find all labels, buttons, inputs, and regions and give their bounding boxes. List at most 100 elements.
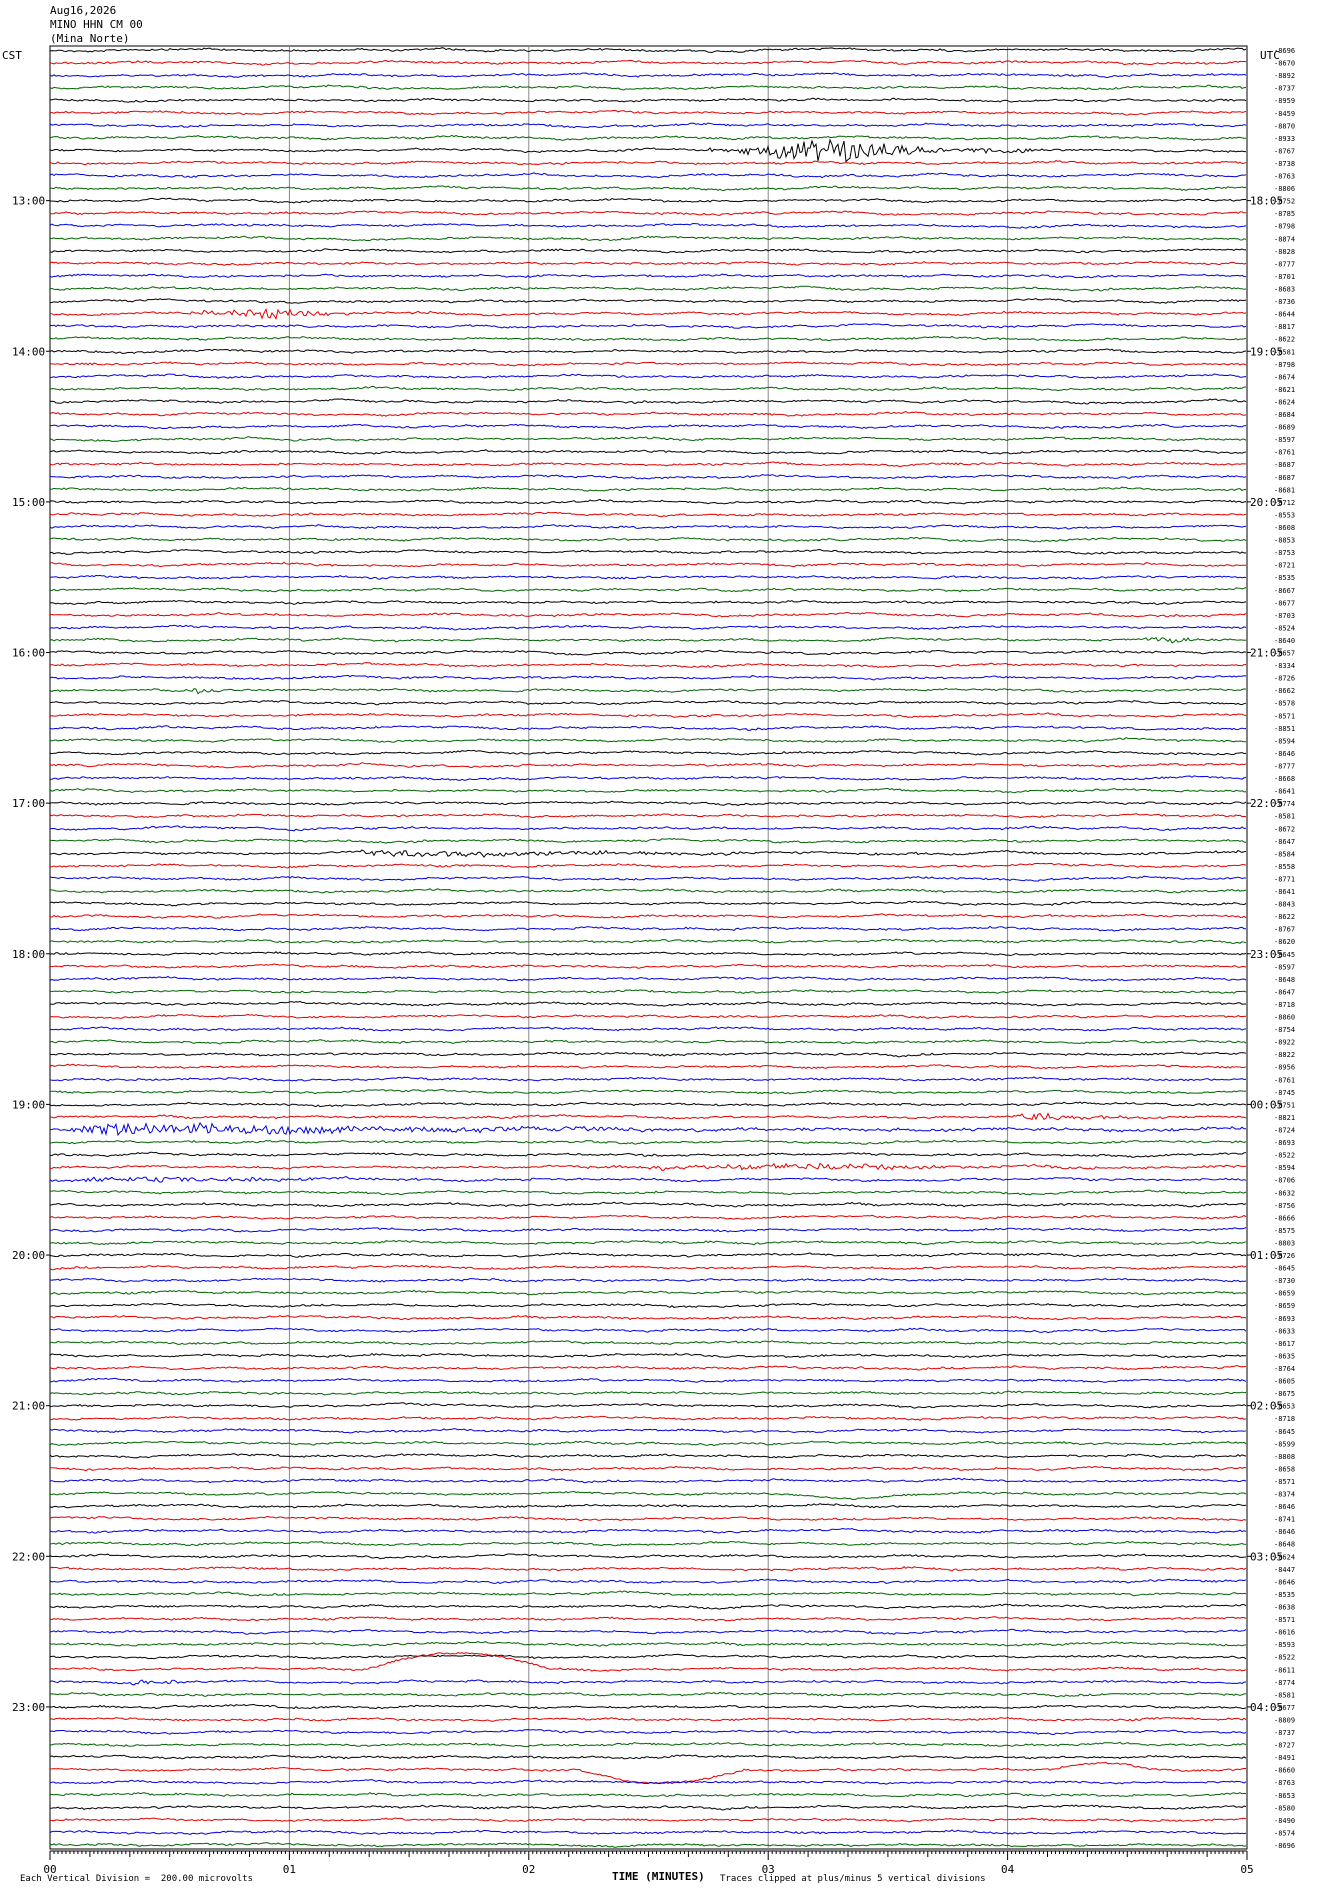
trace-line xyxy=(49,1415,1247,1422)
trace-mean-label: -8644 xyxy=(1274,311,1295,319)
trace-line xyxy=(49,687,1247,695)
trace-line xyxy=(49,248,1247,254)
trace-line xyxy=(49,449,1247,455)
x-tick-label: 02 xyxy=(522,1863,535,1876)
trace-line xyxy=(50,423,1246,430)
trace-mean-label: -8645 xyxy=(1274,1428,1295,1436)
trace-line xyxy=(50,1741,1247,1748)
trace-line xyxy=(49,725,1247,731)
right-time-label: 22:05 xyxy=(1250,797,1283,810)
helicorder-plot: 00 01 02 03 04 05-8696-8670-8892-8737-8959-84… xyxy=(12,45,1295,1876)
right-time-label: 23:05 xyxy=(1250,948,1283,961)
trace-mean-label: -8761 xyxy=(1274,1076,1295,1084)
right-time-label: 20:05 xyxy=(1250,496,1283,509)
trace-mean-label: -8535 xyxy=(1274,1591,1295,1599)
trace-line xyxy=(49,373,1247,380)
trace-mean-label: -8721 xyxy=(1274,562,1295,570)
trace-mean-label: -8660 xyxy=(1274,1767,1295,1775)
trace-mean-label: -8522 xyxy=(1274,1654,1295,1662)
trace-line xyxy=(49,1377,1247,1383)
trace-mean-label: -8741 xyxy=(1274,1516,1295,1524)
trace-line xyxy=(49,398,1247,405)
trace-line xyxy=(49,712,1247,719)
trace-mean-label: -8684 xyxy=(1274,411,1295,419)
trace-mean-label: -8646 xyxy=(1274,750,1295,758)
trace-line xyxy=(49,1214,1247,1220)
trace-mean-label: -8535 xyxy=(1274,574,1295,582)
trace-mean-label: -8874 xyxy=(1274,235,1295,243)
trace-line xyxy=(49,84,1247,91)
trace-mean-label: -8821 xyxy=(1274,1114,1295,1122)
trace-mean-label: -8578 xyxy=(1274,700,1295,708)
trace-mean-label: -8808 xyxy=(1274,1453,1295,1461)
trace-mean-label: -8558 xyxy=(1274,863,1295,871)
trace-mean-label: -8853 xyxy=(1274,537,1295,545)
trace-mean-label: -8641 xyxy=(1274,788,1295,796)
trace-mean-label: -8490 xyxy=(1274,1817,1295,1825)
trace-mean-label: -8677 xyxy=(1274,599,1295,607)
trace-line xyxy=(49,800,1247,806)
trace-mean-label: -8706 xyxy=(1274,1177,1295,1185)
trace-mean-label: -8647 xyxy=(1274,838,1295,846)
trace-line xyxy=(49,788,1247,794)
trace-line xyxy=(49,1515,1247,1522)
trace-line xyxy=(49,298,1247,304)
trace-mean-label: -8774 xyxy=(1274,1679,1295,1687)
trace-mean-label: -8689 xyxy=(1274,424,1295,432)
trace-line xyxy=(49,1076,1247,1082)
trace-mean-label: -8738 xyxy=(1274,160,1295,168)
trace-mean-label: -8956 xyxy=(1274,1064,1295,1072)
trace-line xyxy=(49,1327,1247,1334)
plot-frame xyxy=(49,45,1248,1850)
trace-line xyxy=(49,951,1247,957)
trace-mean-label: -8668 xyxy=(1274,775,1295,783)
trace-mean-label: -8675 xyxy=(1274,1390,1295,1398)
trace-line xyxy=(49,1013,1247,1019)
trace-mean-label: -8851 xyxy=(1274,725,1295,733)
trace-mean-label: -8870 xyxy=(1274,122,1295,130)
trace-mean-label: -8727 xyxy=(1274,1742,1295,1750)
trace-mean-label: -8640 xyxy=(1274,637,1295,645)
trace-mean-label: -8617 xyxy=(1274,1340,1295,1348)
trace-line xyxy=(49,925,1247,932)
trace-mean-label: -8767 xyxy=(1274,926,1295,934)
trace-mean-label: -8933 xyxy=(1274,135,1295,143)
trace-mean-label: -8672 xyxy=(1274,825,1295,833)
trace-line xyxy=(49,348,1247,354)
trace-line xyxy=(49,975,1247,982)
trace-line xyxy=(49,762,1247,769)
trace-mean-label: -8761 xyxy=(1274,449,1295,457)
trace-line xyxy=(49,849,1247,858)
trace-line xyxy=(49,260,1247,266)
trace-line xyxy=(49,875,1246,882)
trace-mean-label: -8646 xyxy=(1274,1528,1295,1536)
trace-mean-label: -8674 xyxy=(1274,373,1295,381)
trace-mean-label: -8624 xyxy=(1274,398,1295,406)
trace-mean-label: -8737 xyxy=(1274,1729,1295,1737)
trace-mean-label: -8622 xyxy=(1274,336,1295,344)
trace-line xyxy=(49,498,1247,505)
trace-line xyxy=(49,1503,1247,1509)
left-time-label: 14:00 xyxy=(12,345,45,358)
trace-mean-label: -8659 xyxy=(1274,1290,1295,1298)
trace-line xyxy=(49,1365,1247,1371)
trace-mean-label: -8638 xyxy=(1274,1604,1295,1612)
trace-mean-label: -8648 xyxy=(1274,1541,1295,1549)
trace-line xyxy=(49,385,1247,392)
trace-mean-label: -8696 xyxy=(1274,1842,1295,1850)
trace-mean-label: -8693 xyxy=(1274,1315,1295,1323)
trace-line xyxy=(49,1540,1247,1547)
clip-note: Traces clipped at plus/minus 5 vertical … xyxy=(720,1874,986,1884)
trace-line xyxy=(49,1428,1247,1434)
trace-mean-label: -8334 xyxy=(1274,662,1295,670)
trace-line xyxy=(49,1453,1247,1459)
trace-mean-label: -8553 xyxy=(1274,511,1295,519)
trace-mean-label: -8659 xyxy=(1274,1302,1295,1310)
right-time-label: 18:05 xyxy=(1250,195,1283,208)
trace-line xyxy=(49,138,1247,163)
trace-line xyxy=(49,1817,1247,1823)
scale-note: Each Vertical Division = 200.00 microvol… xyxy=(20,1874,253,1884)
x-tick-label: 04 xyxy=(1001,1863,1015,1876)
trace-line xyxy=(50,210,1247,216)
trace-line xyxy=(49,1201,1247,1208)
